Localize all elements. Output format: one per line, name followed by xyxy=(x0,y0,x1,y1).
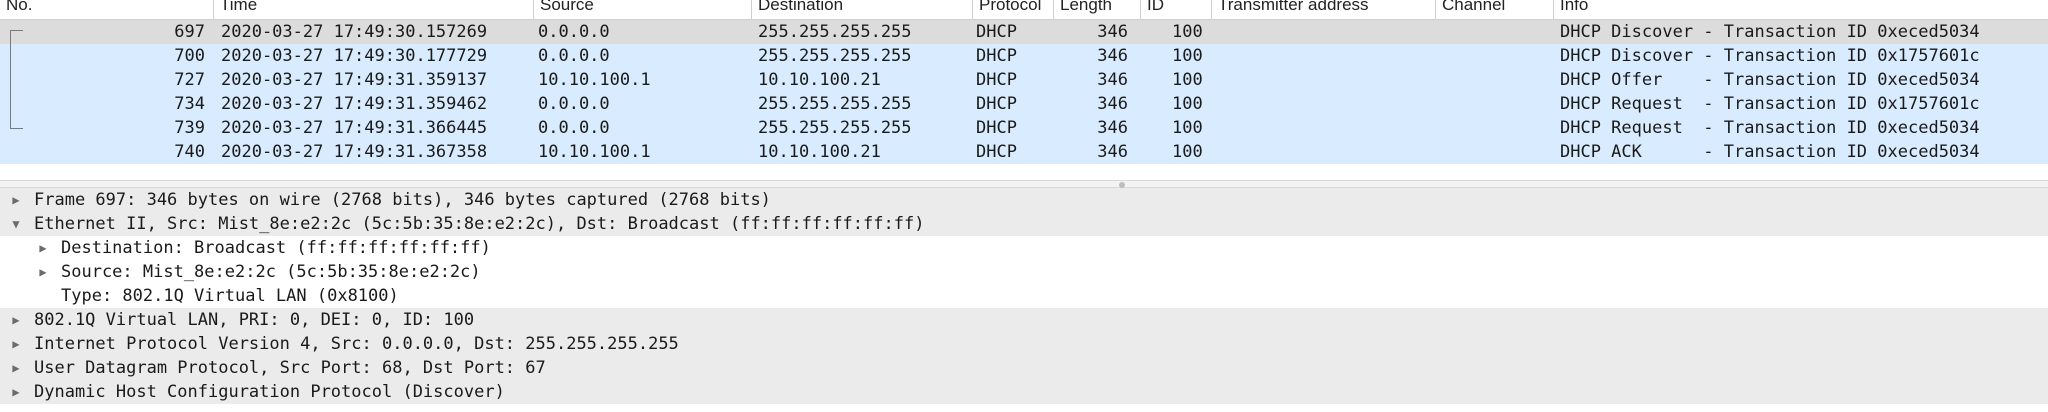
packet-id-cell: 100 xyxy=(1172,142,1203,162)
triangle-right-icon[interactable]: ▶ xyxy=(9,332,23,356)
packet-row[interactable]: 734 2020-03-27 17:49:31.359462 0.0.0.0 255.… xyxy=(0,92,2048,116)
detail-text: Source: Mist_8e:e2:2c (5c:5b:35:8e:e2:2c… xyxy=(61,262,481,282)
packet-time-cell: 2020-03-27 17:49:31.359137 xyxy=(221,70,488,90)
conversation-end-marker xyxy=(10,124,23,129)
packet-proto-cell: DHCP xyxy=(976,22,1017,42)
packet-details-tree: ▶ Frame 697: 346 bytes on wire (2768 bits… xyxy=(0,188,2048,412)
detail-row[interactable]: ▶ 802.1Q Virtual LAN, PRI: 0, DEI: 0, ID:… xyxy=(0,308,2048,332)
packet-src-cell: 0.0.0.0 xyxy=(538,46,610,66)
packet-info-cell: DHCP Discover - Transaction ID 0xeced503… xyxy=(1560,22,1980,42)
packet-src-cell: 0.0.0.0 xyxy=(538,22,610,42)
packet-dst-cell: 255.255.255.255 xyxy=(758,118,912,138)
triangle-down-icon[interactable]: ▼ xyxy=(9,212,23,236)
detail-row[interactable]: ▶ Internet Protocol Version 4, Src: 0.0.0… xyxy=(0,332,2048,356)
packet-id-cell: 100 xyxy=(1172,94,1203,114)
packet-no-cell: 727 xyxy=(174,70,205,90)
packet-row[interactable]: 727 2020-03-27 17:49:31.359137 10.10.100.1… xyxy=(0,68,2048,92)
col-protocol[interactable]: Protocol xyxy=(972,0,1053,19)
pane-splitter[interactable] xyxy=(0,180,2048,188)
detail-row[interactable]: ▶ User Datagram Protocol, Src Port: 68, D… xyxy=(0,356,2048,380)
triangle-right-icon[interactable]: ▶ xyxy=(9,188,23,212)
triangle-right-icon[interactable]: ▶ xyxy=(36,236,50,260)
detail-text: 802.1Q Virtual LAN, PRI: 0, DEI: 0, ID: … xyxy=(34,310,475,330)
detail-text: Ethernet II, Src: Mist_8e:e2:2c (5c:5b:3… xyxy=(34,214,925,234)
packet-dst-cell: 255.255.255.255 xyxy=(758,22,912,42)
packet-no-cell: 697 xyxy=(174,22,205,42)
packet-no-cell: 734 xyxy=(174,94,205,114)
detail-text: User Datagram Protocol, Src Port: 68, Ds… xyxy=(34,358,546,378)
packet-dst-cell: 255.255.255.255 xyxy=(758,94,912,114)
packet-src-cell: 10.10.100.1 xyxy=(538,70,651,90)
packet-row[interactable]: 740 2020-03-27 17:49:31.367358 10.10.100.1… xyxy=(0,140,2048,164)
packet-id-cell: 100 xyxy=(1172,118,1203,138)
detail-row[interactable]: ▶ Source: Mist_8e:e2:2c (5c:5b:35:8e:e2:2… xyxy=(0,260,2048,284)
packet-list: No. Time Source Destination Protocol Len… xyxy=(0,0,2048,180)
packet-len-cell: 346 xyxy=(1097,94,1128,114)
packet-proto-cell: DHCP xyxy=(976,142,1017,162)
col-length[interactable]: Length xyxy=(1053,0,1140,19)
packet-id-cell: 100 xyxy=(1172,46,1203,66)
packet-no-cell: 739 xyxy=(174,118,205,138)
packet-list-header: No. Time Source Destination Protocol Len… xyxy=(0,0,2048,20)
triangle-right-icon[interactable]: ▶ xyxy=(36,260,50,284)
detail-text: Frame 697: 346 bytes on wire (2768 bits)… xyxy=(34,190,771,210)
packet-len-cell: 346 xyxy=(1097,46,1128,66)
packet-time-cell: 2020-03-27 17:49:30.157269 xyxy=(221,22,488,42)
col-time[interactable]: Time xyxy=(213,0,533,19)
detail-text: Destination: Broadcast (ff:ff:ff:ff:ff:f… xyxy=(61,238,491,258)
packet-proto-cell: DHCP xyxy=(976,46,1017,66)
detail-row[interactable]: ▶ Frame 697: 346 bytes on wire (2768 bits… xyxy=(0,188,2048,212)
col-channel[interactable]: Channel xyxy=(1435,0,1553,19)
detail-row[interactable]: Type: 802.1Q Virtual LAN (0x8100) xyxy=(0,284,2048,308)
col-info[interactable]: Info xyxy=(1553,0,2048,19)
packet-time-cell: 2020-03-27 17:49:30.177729 xyxy=(221,46,488,66)
packet-id-cell: 100 xyxy=(1172,70,1203,90)
packet-len-cell: 346 xyxy=(1097,118,1128,138)
triangle-right-icon[interactable]: ▶ xyxy=(9,356,23,380)
detail-row[interactable]: ▼ Ethernet II, Src: Mist_8e:e2:2c (5c:5b:… xyxy=(0,212,2048,236)
triangle-right-icon[interactable]: ▶ xyxy=(9,380,23,404)
col-no[interactable]: No. xyxy=(0,0,213,19)
col-id[interactable]: ID xyxy=(1140,0,1211,19)
detail-row[interactable]: ▶ Dynamic Host Configuration Protocol (Di… xyxy=(0,380,2048,404)
packet-src-cell: 0.0.0.0 xyxy=(538,118,610,138)
packet-proto-cell: DHCP xyxy=(976,118,1017,138)
detail-row[interactable]: ▶ Destination: Broadcast (ff:ff:ff:ff:ff:… xyxy=(0,236,2048,260)
col-transmitter-address[interactable]: Transmitter address xyxy=(1211,0,1435,19)
packet-row[interactable]: 700 2020-03-27 17:49:30.177729 0.0.0.0 255.… xyxy=(0,44,2048,68)
col-destination[interactable]: Destination xyxy=(751,0,972,19)
packet-proto-cell: DHCP xyxy=(976,94,1017,114)
packet-time-cell: 2020-03-27 17:49:31.366445 xyxy=(221,118,488,138)
packet-info-cell: DHCP Offer - Transaction ID 0xeced5034 xyxy=(1560,70,1980,90)
packet-src-cell: 10.10.100.1 xyxy=(538,142,651,162)
detail-text: Type: 802.1Q Virtual LAN (0x8100) xyxy=(61,286,399,306)
packet-no-cell: 700 xyxy=(174,46,205,66)
packet-src-cell: 0.0.0.0 xyxy=(538,94,610,114)
packet-time-cell: 2020-03-27 17:49:31.367358 xyxy=(221,142,488,162)
packet-dst-cell: 10.10.100.21 xyxy=(758,142,881,162)
triangle-right-icon[interactable]: ▶ xyxy=(9,308,23,332)
packet-info-cell: DHCP Request - Transaction ID 0xeced5034 xyxy=(1560,118,1980,138)
packet-row[interactable]: 697 2020-03-27 17:49:30.157269 0.0.0.0 255.… xyxy=(0,20,2048,44)
packet-proto-cell: DHCP xyxy=(976,70,1017,90)
col-source[interactable]: Source xyxy=(533,0,751,19)
packet-len-cell: 346 xyxy=(1097,70,1128,90)
packet-no-cell: 740 xyxy=(174,142,205,162)
detail-text: Internet Protocol Version 4, Src: 0.0.0.… xyxy=(34,334,679,354)
packet-time-cell: 2020-03-27 17:49:31.359462 xyxy=(221,94,488,114)
conversation-line-marker xyxy=(10,34,23,128)
packet-dst-cell: 10.10.100.21 xyxy=(758,70,881,90)
packet-len-cell: 346 xyxy=(1097,142,1128,162)
packet-len-cell: 346 xyxy=(1097,22,1128,42)
packet-info-cell: DHCP Request - Transaction ID 0x1757601c xyxy=(1560,94,1980,114)
detail-text: Dynamic Host Configuration Protocol (Dis… xyxy=(34,382,505,402)
packet-info-cell: DHCP ACK - Transaction ID 0xeced5034 xyxy=(1560,142,1980,162)
packet-info-cell: DHCP Discover - Transaction ID 0x1757601… xyxy=(1560,46,1980,66)
packet-row[interactable]: 739 2020-03-27 17:49:31.366445 0.0.0.0 255.… xyxy=(0,116,2048,140)
packet-id-cell: 100 xyxy=(1172,22,1203,42)
packet-dst-cell: 255.255.255.255 xyxy=(758,46,912,66)
